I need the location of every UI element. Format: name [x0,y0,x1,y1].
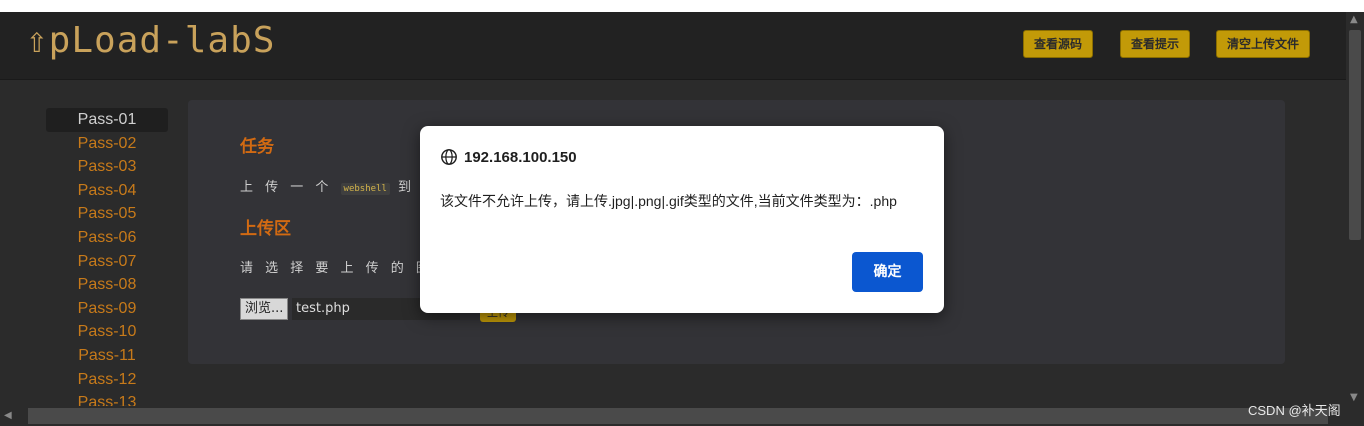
view-source-button[interactable]: 查看源码 [1023,30,1094,58]
app-logo: ⇧pLoad-labS [26,20,276,61]
sidebar-item-pass-12[interactable]: Pass-12 [46,368,168,392]
sidebar-item-pass-11[interactable]: Pass-11 [46,344,168,368]
sidebar-item-pass-03[interactable]: Pass-03 [46,155,168,179]
scroll-up-icon[interactable]: ▲ [1350,14,1358,25]
webshell-code: webshell [340,183,390,195]
header: ⇧pLoad-labS 查看源码 查看提示 清空上传文件 [0,12,1346,80]
alert-dialog: 192.168.100.150 该文件不允许上传，请上传.jpg|.png|.g… [420,126,944,313]
sidebar-item-pass-05[interactable]: Pass-05 [46,202,168,226]
watermark: CSDN @补天阁 [1248,403,1341,418]
dialog-ok-button[interactable]: 确定 [852,252,923,292]
sidebar-item-pass-08[interactable]: Pass-08 [46,273,168,297]
browser-top-strip [0,0,1364,12]
horizontal-scroll-thumb[interactable] [28,408,1328,424]
task-text-prefix: 上 传 一 个 [240,180,333,195]
sidebar-item-pass-09[interactable]: Pass-09 [46,297,168,321]
task-description: 上 传 一 个 webshell 到 服 [240,176,440,195]
scroll-left-icon[interactable]: ◀ [4,410,12,421]
vertical-scroll-thumb[interactable] [1349,30,1361,240]
globe-icon [441,149,457,165]
sidebar-item-pass-01[interactable]: Pass-01 [46,108,168,132]
sidebar: Pass-01 Pass-02 Pass-03 Pass-04 Pass-05 … [46,108,168,415]
clear-uploads-button[interactable]: 清空上传文件 [1216,30,1311,58]
task-title: 任务 [240,137,274,157]
upload-title: 上传区 [240,219,291,239]
sidebar-item-pass-04[interactable]: Pass-04 [46,179,168,203]
sidebar-item-pass-07[interactable]: Pass-07 [46,250,168,274]
view-hint-button[interactable]: 查看提示 [1120,30,1191,58]
sidebar-item-pass-10[interactable]: Pass-10 [46,320,168,344]
sidebar-item-pass-06[interactable]: Pass-06 [46,226,168,250]
dialog-origin: 192.168.100.150 [440,148,577,166]
scroll-down-icon[interactable]: ▼ [1350,392,1358,403]
dialog-message: 该文件不允许上传，请上传.jpg|.png|.gif类型的文件,当前文件类型为：… [440,193,897,209]
browse-button[interactable]: 浏览... [240,298,289,320]
dialog-origin-text: 192.168.100.150 [464,148,577,166]
sidebar-item-pass-02[interactable]: Pass-02 [46,132,168,156]
